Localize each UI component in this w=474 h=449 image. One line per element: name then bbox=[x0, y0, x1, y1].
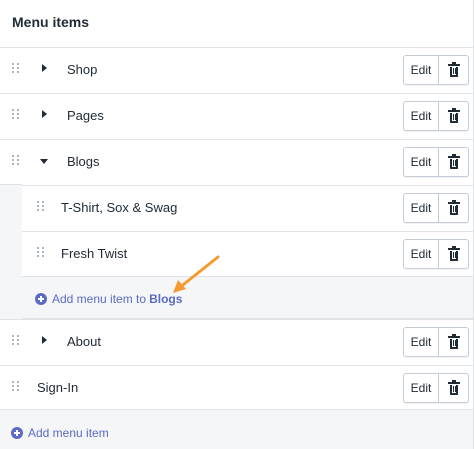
delete-button[interactable] bbox=[439, 101, 469, 131]
plus-circle-icon bbox=[11, 427, 23, 439]
menu-items-panel: Menu items Shop Edit Pages Edit Blogs Ed… bbox=[0, 0, 474, 449]
drag-handle-icon[interactable] bbox=[12, 155, 20, 167]
edit-button[interactable]: Edit bbox=[403, 101, 439, 131]
delete-button[interactable] bbox=[439, 239, 469, 269]
item-actions: Edit bbox=[403, 373, 469, 403]
drag-handle-icon[interactable] bbox=[37, 247, 45, 259]
edit-button[interactable]: Edit bbox=[403, 239, 439, 269]
arrow-icon bbox=[173, 255, 220, 293]
menu-item-pages[interactable]: Pages Edit bbox=[0, 93, 473, 139]
menu-item-tshirt-sox-swag[interactable]: T-Shirt, Sox & Swag Edit bbox=[22, 185, 473, 231]
menu-item-label: Sign-In bbox=[37, 380, 79, 395]
edit-button[interactable]: Edit bbox=[403, 147, 439, 177]
delete-button[interactable] bbox=[439, 147, 469, 177]
item-actions: Edit bbox=[403, 193, 469, 223]
menu-item-sign-in[interactable]: Sign-In Edit bbox=[0, 365, 473, 411]
menu-item-label: Pages bbox=[67, 108, 104, 123]
trash-icon bbox=[447, 200, 460, 215]
nesting-rail bbox=[0, 184, 22, 319]
menu-item-label: Fresh Twist bbox=[61, 246, 128, 261]
bottom-add-area: Add menu item bbox=[0, 409, 473, 449]
menu-item-label: T-Shirt, Sox & Swag bbox=[61, 200, 178, 215]
delete-button[interactable] bbox=[439, 373, 469, 403]
add-link-label: Add menu item bbox=[28, 426, 109, 440]
item-actions: Edit bbox=[403, 147, 469, 177]
edit-button[interactable]: Edit bbox=[403, 193, 439, 223]
trash-icon bbox=[447, 334, 460, 349]
trash-icon bbox=[447, 154, 460, 169]
expand-caret-icon[interactable] bbox=[42, 110, 47, 118]
trash-icon bbox=[447, 62, 460, 77]
expand-caret-icon[interactable] bbox=[42, 64, 47, 72]
edit-button[interactable]: Edit bbox=[403, 55, 439, 85]
item-actions: Edit bbox=[403, 239, 469, 269]
menu-item-blogs[interactable]: Blogs Edit bbox=[0, 139, 473, 185]
drag-handle-icon[interactable] bbox=[12, 381, 20, 393]
page-title: Menu items bbox=[12, 14, 90, 30]
edit-button[interactable]: Edit bbox=[403, 373, 439, 403]
menu-item-label: Blogs bbox=[67, 154, 100, 169]
trash-icon bbox=[447, 246, 460, 261]
add-menu-item-link[interactable]: Add menu item bbox=[11, 426, 109, 440]
item-actions: Edit bbox=[403, 55, 469, 85]
delete-button[interactable] bbox=[439, 193, 469, 223]
drag-handle-icon[interactable] bbox=[12, 335, 20, 347]
nested-add-area: Add menu item to Blogs bbox=[22, 276, 473, 319]
menu-item-shop[interactable]: Shop Edit bbox=[0, 47, 473, 93]
add-menu-item-to-blogs-link[interactable]: Add menu item to Blogs bbox=[35, 292, 182, 306]
item-actions: Edit bbox=[403, 101, 469, 131]
add-link-prefix: Add menu item to bbox=[52, 292, 147, 306]
drag-handle-icon[interactable] bbox=[12, 63, 20, 75]
trash-icon bbox=[447, 108, 460, 123]
delete-button[interactable] bbox=[439, 55, 469, 85]
plus-circle-icon bbox=[35, 293, 47, 305]
drag-handle-icon[interactable] bbox=[37, 201, 45, 213]
menu-item-fresh-twist[interactable]: Fresh Twist Edit bbox=[22, 231, 473, 277]
delete-button[interactable] bbox=[439, 327, 469, 357]
menu-item-label: About bbox=[67, 334, 101, 349]
expand-caret-icon[interactable] bbox=[42, 336, 47, 344]
item-actions: Edit bbox=[403, 327, 469, 357]
menu-item-about[interactable]: About Edit bbox=[0, 319, 473, 365]
collapse-caret-icon[interactable] bbox=[40, 159, 48, 164]
edit-button[interactable]: Edit bbox=[403, 327, 439, 357]
trash-icon bbox=[447, 380, 460, 395]
menu-item-label: Shop bbox=[67, 62, 98, 77]
drag-handle-icon[interactable] bbox=[12, 109, 20, 121]
